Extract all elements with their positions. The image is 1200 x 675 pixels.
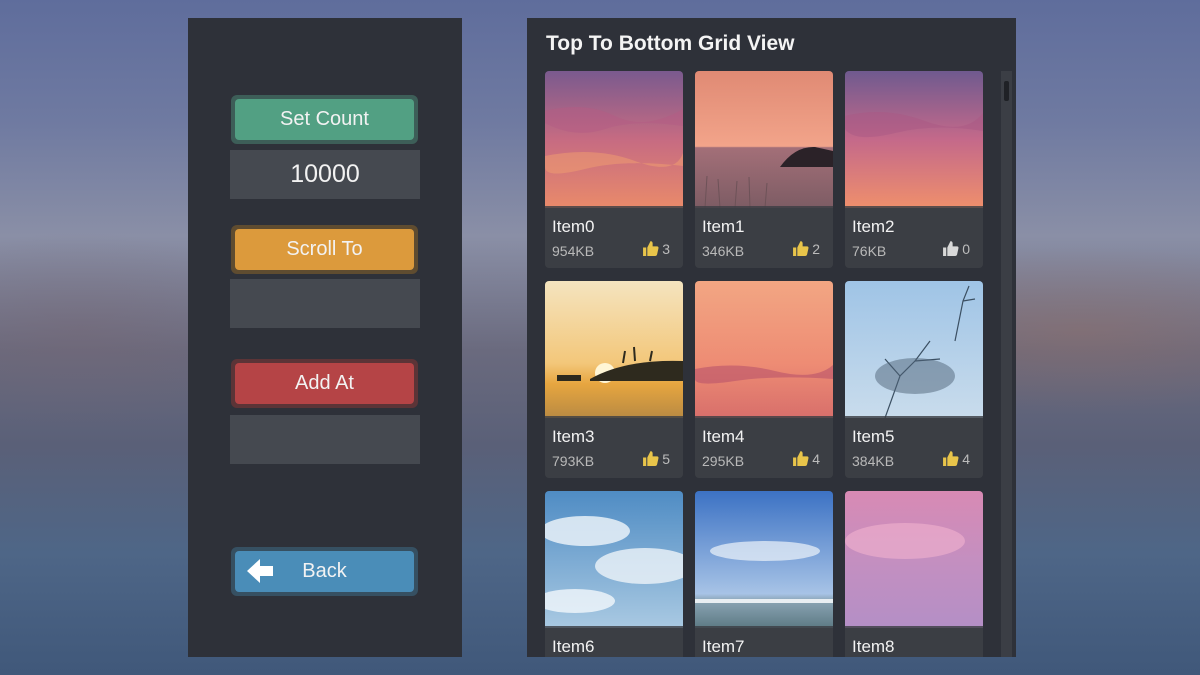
item-info: Item3 793KB 5: [545, 416, 683, 478]
back-button[interactable]: Back: [235, 551, 414, 592]
item-thumbnail: [845, 71, 983, 208]
like-counter[interactable]: 2: [792, 240, 820, 257]
scroll-to-button-frame: Scroll To: [231, 225, 418, 274]
add-at-button-frame: Add At: [231, 359, 418, 408]
item-name: Item4: [702, 427, 745, 446]
item-size: 954KB: [552, 243, 595, 259]
count-input[interactable]: 10000: [230, 150, 420, 199]
like-count: 4: [962, 450, 970, 467]
item-size: 295KB: [702, 453, 745, 469]
grid-item[interactable]: Item5 384KB 4: [845, 281, 983, 478]
thumbs-up-icon: [643, 241, 659, 256]
grid-item[interactable]: Item6: [545, 491, 683, 657]
item-name: Item7: [702, 637, 745, 656]
item-info: Item5 384KB 4: [845, 416, 983, 478]
item-thumbnail: [545, 281, 683, 418]
like-counter[interactable]: 4: [792, 450, 820, 467]
thumbs-up-icon: [943, 241, 959, 256]
grid-item[interactable]: Item3 793KB 5: [545, 281, 683, 478]
like-counter[interactable]: 5: [642, 450, 670, 467]
item-name: Item3: [552, 427, 595, 446]
control-panel: Set Count 10000 Scroll To Add At Back: [188, 18, 462, 657]
item-name: Item6: [552, 637, 595, 656]
like-count: 2: [812, 240, 820, 257]
like-count: 5: [662, 450, 670, 467]
item-name: Item5: [852, 427, 895, 446]
scroll-to-button[interactable]: Scroll To: [235, 229, 414, 270]
like-count: 3: [662, 240, 670, 257]
item-info: Item2 76KB 0: [845, 206, 983, 268]
grid-item[interactable]: Item0 954KB 3: [545, 71, 683, 268]
item-name: Item0: [552, 217, 595, 236]
item-info: Item6: [545, 626, 683, 657]
like-counter[interactable]: 3: [642, 240, 670, 257]
item-name: Item2: [852, 217, 895, 236]
item-thumbnail: [845, 281, 983, 418]
item-size: 793KB: [552, 453, 595, 469]
item-thumbnail: [695, 71, 833, 208]
like-counter[interactable]: 0: [942, 240, 970, 257]
grid-item[interactable]: Item1 346KB 2: [695, 71, 833, 268]
thumbs-up-icon: [793, 241, 809, 256]
like-counter[interactable]: 4: [942, 450, 970, 467]
grid-item[interactable]: Item4 295KB 4: [695, 281, 833, 478]
like-count: 4: [812, 450, 820, 467]
back-button-label: Back: [302, 560, 347, 582]
thumbs-up-icon: [793, 451, 809, 466]
item-thumbnail: [695, 281, 833, 418]
item-info: Item8: [845, 626, 983, 657]
add-at-button[interactable]: Add At: [235, 363, 414, 404]
item-size: 384KB: [852, 453, 895, 469]
item-info: Item1 346KB 2: [695, 206, 833, 268]
item-thumbnail: [545, 491, 683, 628]
item-thumbnail: [545, 71, 683, 208]
add-at-input[interactable]: [230, 415, 420, 464]
item-thumbnail: [695, 491, 833, 628]
item-info: Item0 954KB 3: [545, 206, 683, 268]
set-count-button-frame: Set Count: [231, 95, 418, 144]
item-size: 76KB: [852, 243, 887, 259]
item-thumbnail: [845, 491, 983, 628]
grid-item[interactable]: Item8: [845, 491, 983, 657]
back-button-frame: Back: [231, 547, 418, 596]
grid-view-title: Top To Bottom Grid View: [546, 32, 795, 55]
thumbs-up-icon: [643, 451, 659, 466]
grid-view-panel: Top To Bottom Grid View Item0 954KB 3 It…: [527, 18, 1016, 657]
item-grid[interactable]: Item0 954KB 3 Item1 346KB 2 Item2 76KB 0…: [545, 71, 985, 657]
item-size: 346KB: [702, 243, 745, 259]
like-count: 0: [962, 240, 970, 257]
scroll-to-input[interactable]: [230, 279, 420, 328]
scrollbar-thumb[interactable]: [1004, 81, 1009, 101]
item-info: Item7: [695, 626, 833, 657]
grid-item[interactable]: Item2 76KB 0: [845, 71, 983, 268]
set-count-button[interactable]: Set Count: [235, 99, 414, 140]
arrow-left-icon: [247, 559, 273, 583]
item-info: Item4 295KB 4: [695, 416, 833, 478]
thumbs-up-icon: [943, 451, 959, 466]
grid-item[interactable]: Item7: [695, 491, 833, 657]
item-name: Item1: [702, 217, 745, 236]
grid-scrollbar[interactable]: [1001, 71, 1012, 657]
item-name: Item8: [852, 637, 895, 656]
